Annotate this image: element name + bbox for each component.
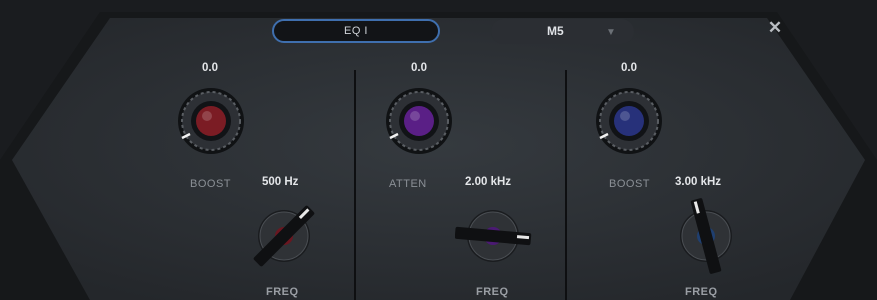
freq-label: FREQ (685, 286, 718, 298)
freq-value: 3.00 kHz (675, 176, 722, 188)
gain-knob-cap (196, 106, 226, 136)
band-type-label: BOOST (190, 178, 232, 190)
gain-knob[interactable] (176, 86, 246, 156)
gain-knob-cap (404, 106, 434, 136)
preset-select-value: M5 (547, 24, 564, 38)
band-type-label: BOOST (609, 178, 651, 190)
band-divider (354, 70, 356, 300)
freq-value: 500 Hz (262, 176, 299, 188)
gain-knob-cap (614, 106, 644, 136)
freq-knob[interactable] (246, 196, 326, 276)
preset-name-field[interactable]: EQ I (272, 19, 440, 43)
gain-value: 0.0 (621, 62, 637, 74)
gain-knob[interactable] (384, 86, 454, 156)
gain-knob[interactable] (594, 86, 664, 156)
eq-plugin-window: EQ I M5 ▼ ✕ 0.0 BOOST 500 Hz FREQ 0.0 AT… (0, 0, 877, 300)
band-type-label: ATTEN (389, 178, 427, 190)
freq-label: FREQ (266, 286, 299, 298)
freq-label: FREQ (476, 286, 509, 298)
close-icon[interactable]: ✕ (767, 19, 783, 36)
preset-select[interactable]: M5 ▼ (491, 19, 634, 44)
gain-value: 0.0 (202, 62, 218, 74)
freq-knob[interactable] (455, 196, 535, 276)
gain-value: 0.0 (411, 62, 427, 74)
chevron-down-icon: ▼ (606, 27, 616, 38)
freq-value: 2.00 kHz (465, 176, 512, 188)
freq-knob[interactable] (668, 196, 748, 276)
preset-name-text: EQ I (343, 25, 368, 37)
band-divider (565, 70, 567, 300)
